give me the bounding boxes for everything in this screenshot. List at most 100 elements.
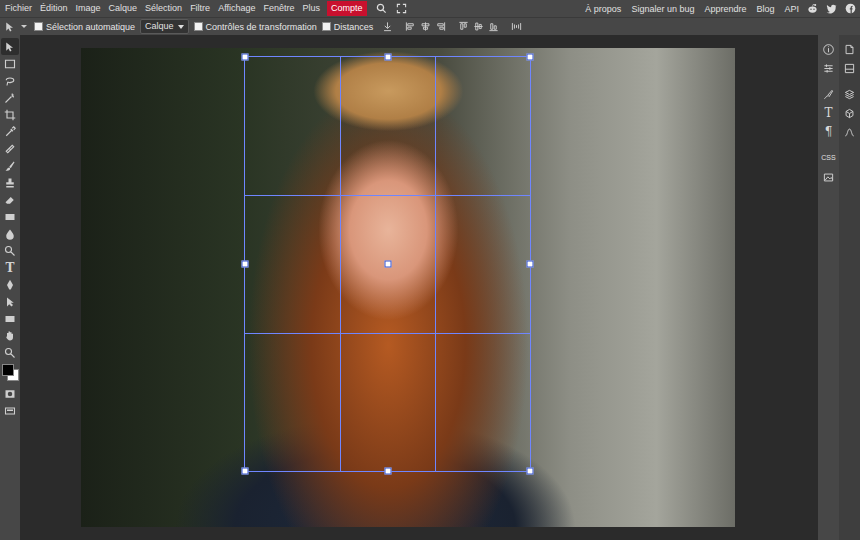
menu-item[interactable]: Image: [75, 1, 102, 16]
fullscreen-icon[interactable]: [396, 3, 407, 14]
transform-handle[interactable]: [384, 54, 391, 61]
menu-item[interactable]: Compte: [327, 1, 367, 16]
download-icon[interactable]: [382, 21, 393, 32]
twitter-icon[interactable]: [826, 3, 837, 14]
grid-line: [245, 195, 530, 196]
site-link[interactable]: API: [784, 4, 799, 14]
tool-button[interactable]: [1, 242, 19, 259]
facebook-icon[interactable]: [845, 3, 856, 14]
tool-preset-arrow[interactable]: [21, 25, 27, 28]
transform-controls-option[interactable]: Contrôles de transformation: [194, 22, 317, 32]
menu-item[interactable]: Édition: [39, 1, 69, 16]
tool-button[interactable]: [1, 208, 19, 225]
auto-select-option[interactable]: Sélection automatique: [34, 22, 135, 32]
align-center-icon[interactable]: [420, 21, 431, 32]
move-tool-icon[interactable]: [4, 21, 16, 33]
navigator-icon: [844, 63, 855, 74]
tool-button[interactable]: [1, 89, 19, 106]
panel-button[interactable]: [820, 41, 838, 57]
options-bar: Sélection automatique Calque Contrôles de …: [0, 17, 860, 35]
target-select[interactable]: Calque: [140, 19, 189, 34]
panel-button[interactable]: [841, 105, 859, 121]
transform-box[interactable]: [244, 56, 531, 472]
transform-handle[interactable]: [527, 468, 534, 475]
distances-option[interactable]: Distances: [322, 22, 374, 32]
3d-icon: [844, 108, 855, 119]
tool-button[interactable]: [1, 38, 19, 55]
tool-button[interactable]: [1, 225, 19, 242]
align-top-icon[interactable]: [458, 21, 469, 32]
panel-button[interactable]: ¶: [820, 124, 838, 140]
site-link[interactable]: Blog: [756, 4, 774, 14]
align-middle-icon[interactable]: [473, 21, 484, 32]
tool-button[interactable]: [1, 157, 19, 174]
transform-handle[interactable]: [384, 261, 391, 268]
quick-mask-button[interactable]: [1, 385, 19, 402]
brush-icon: [4, 160, 16, 172]
tool-button[interactable]: T: [1, 259, 19, 276]
menu-item[interactable]: Filtre: [189, 1, 211, 16]
distribute-icon[interactable]: [511, 21, 522, 32]
menu-item[interactable]: Fichier: [4, 1, 33, 16]
align-left-icon[interactable]: [405, 21, 416, 32]
tool-button[interactable]: [1, 327, 19, 344]
menu-item[interactable]: Plus: [302, 1, 322, 16]
site-link[interactable]: Signaler un bug: [631, 4, 694, 14]
lasso-icon: [4, 75, 16, 87]
panel-column: T ¶ CSS: [818, 35, 839, 540]
tool-button[interactable]: [1, 55, 19, 72]
screen-mode-button[interactable]: [1, 402, 19, 419]
transform-handle[interactable]: [527, 261, 534, 268]
foreground-color[interactable]: [2, 364, 14, 376]
tool-button[interactable]: [1, 293, 19, 310]
panel-column: [839, 35, 860, 540]
panel-button[interactable]: [820, 86, 838, 102]
transform-controls-checkbox[interactable]: [194, 22, 203, 31]
panel-button[interactable]: [841, 60, 859, 76]
canvas[interactable]: [81, 48, 735, 527]
transform-handle[interactable]: [242, 468, 249, 475]
align-bottom-icon[interactable]: [488, 21, 499, 32]
tool-button[interactable]: [1, 123, 19, 140]
color-swatches: [1, 363, 19, 383]
menu-item[interactable]: Affichage: [217, 1, 256, 16]
crop-icon: [4, 109, 16, 121]
auto-select-checkbox[interactable]: [34, 22, 43, 31]
panel-button[interactable]: [841, 86, 859, 102]
hand-icon: [4, 330, 16, 342]
panel-button[interactable]: T: [820, 105, 838, 121]
reddit-icon[interactable]: [807, 3, 818, 14]
panel-button[interactable]: [841, 124, 859, 140]
align-right-icon[interactable]: [435, 21, 446, 32]
menu-item[interactable]: Fenêtre: [263, 1, 296, 16]
document-icon: [844, 44, 855, 55]
panel-button[interactable]: [820, 60, 838, 76]
panel-button[interactable]: [820, 169, 838, 185]
caret-icon: [178, 25, 184, 29]
transform-handle[interactable]: [242, 54, 249, 61]
menu-item[interactable]: Sélection: [144, 1, 183, 16]
tool-button[interactable]: [1, 344, 19, 361]
path-select-icon: [4, 296, 16, 308]
tool-button[interactable]: [1, 174, 19, 191]
distances-label: Distances: [334, 22, 374, 32]
panel-bar: T ¶ CSS: [818, 35, 860, 540]
transform-handle[interactable]: [527, 54, 534, 61]
transform-handle[interactable]: [242, 261, 249, 268]
photo: [81, 48, 735, 527]
transform-handle[interactable]: [384, 468, 391, 475]
site-link[interactable]: Apprendre: [704, 4, 746, 14]
panel-button[interactable]: [841, 41, 859, 57]
search-icon[interactable]: [376, 3, 387, 14]
tool-button[interactable]: [1, 310, 19, 327]
tool-button[interactable]: [1, 106, 19, 123]
tool-button[interactable]: [1, 276, 19, 293]
tool-button[interactable]: [1, 191, 19, 208]
tool-button[interactable]: [1, 72, 19, 89]
panel-button[interactable]: CSS: [820, 150, 838, 166]
distances-checkbox[interactable]: [322, 22, 331, 31]
tool-button[interactable]: [1, 140, 19, 157]
site-link[interactable]: À propos: [585, 4, 621, 14]
menu-item[interactable]: Calque: [108, 1, 139, 16]
grid-line: [435, 57, 436, 471]
